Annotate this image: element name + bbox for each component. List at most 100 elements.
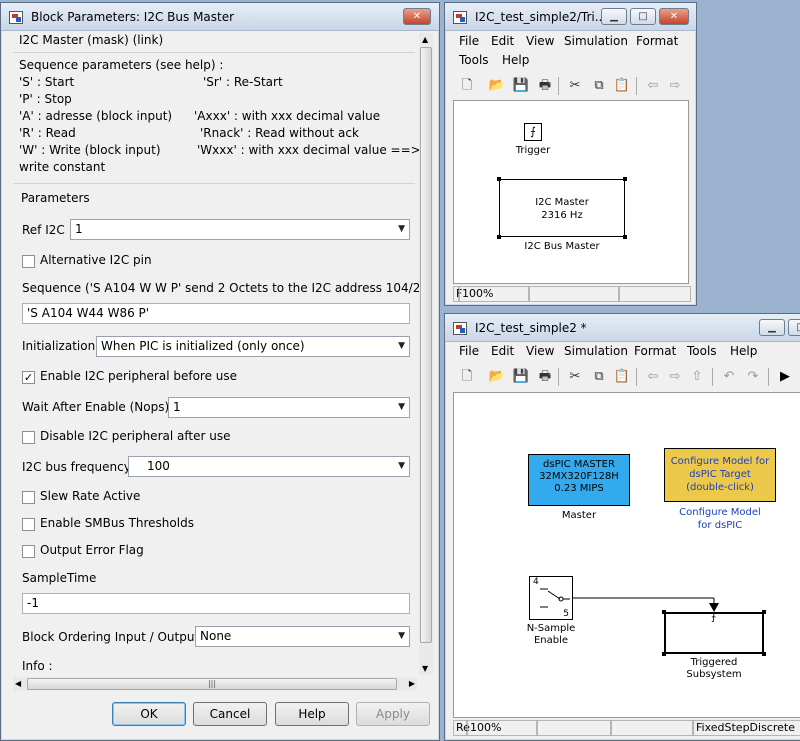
alternative-pin-checkbox[interactable] [22,255,35,268]
scroll-left-icon[interactable]: ◀ [15,679,21,688]
trigger-port-block[interactable]: ⨍ [524,123,542,141]
parameters-divider [13,183,415,184]
menu-help[interactable]: Help [730,344,757,358]
enable-before-use-label: Enable I2C peripheral before use [40,369,238,383]
menu-simulation[interactable]: Simulation [564,34,628,48]
alternative-pin-label: Alternative I2C pin [40,253,152,267]
back-arrow-icon[interactable]: ⇦ [644,77,662,95]
nsample-enable-block[interactable]: 4 5 [529,576,573,620]
menu-view[interactable]: View [526,344,554,358]
dspic-master-block[interactable]: dsPIC MASTER 32MX320F128H 0.23 MIPS [528,454,630,506]
sequence-input[interactable]: 'S A104 W44 W86 P' [22,303,410,324]
save-icon[interactable]: 💾 [512,77,530,95]
cut-icon[interactable]: ✂ [566,368,584,386]
forward-arrow-icon[interactable]: ⇨ [666,368,684,386]
vertical-scrollbar[interactable]: ▲ ▼ [419,33,433,675]
toolbar-separator [636,77,637,95]
redo-icon[interactable]: ↷ [744,368,762,386]
wait-after-enable-select[interactable]: 1 ▼ [168,397,410,418]
menu-tools[interactable]: Tools [687,344,717,358]
subsystem-canvas[interactable]: ⨍ Trigger I2C Master 2316 Hz I2C Bus Mas… [453,100,689,284]
triggered-subsystem-block[interactable]: ⨍ [664,612,764,654]
close-icon[interactable]: ✕ [403,8,431,25]
block-parameters-dialog: Block Parameters: I2C Bus Master ✕ I2C M… [0,2,440,741]
cut-icon[interactable]: ✂ [566,77,584,95]
maximize-icon[interactable]: □ [630,8,656,25]
scroll-down-icon[interactable]: ▼ [422,664,428,673]
chevron-down-icon: ▼ [398,461,405,471]
menu-edit[interactable]: Edit [491,34,514,48]
open-folder-icon[interactable]: 📂 [488,77,506,95]
model-titlebar[interactable]: I2C_test_simple2 * ▁ □ [445,314,800,342]
slew-rate-checkbox[interactable] [22,491,35,504]
new-file-icon[interactable]: 🗋 [458,77,476,95]
save-icon[interactable]: 💾 [512,368,530,386]
paste-icon[interactable]: 📋 [613,77,631,95]
copy-icon[interactable]: ⧉ [590,77,608,95]
bus-frequency-select[interactable]: 100 ▼ [128,456,410,477]
chevron-down-icon: ▼ [398,402,405,412]
i2c-bus-master-block[interactable]: I2C Master 2316 Hz [499,179,625,237]
header-divider [13,52,415,53]
apply-button[interactable]: Apply [356,702,430,726]
toolbar-separator [636,368,637,386]
copy-icon[interactable]: ⧉ [590,368,608,386]
trigger-icon: ⨍ [711,612,717,623]
dialog-titlebar[interactable]: Block Parameters: I2C Bus Master ✕ [1,3,439,31]
menu-format[interactable]: Format [634,344,676,358]
horizontal-scrollbar[interactable]: ◀ ||| ▶ [13,677,417,691]
ref-i2c-label: Ref I2C [22,223,65,237]
menu-help[interactable]: Help [502,53,529,67]
subsystem-toolbar: 🗋 📂 💾 🖶 ✂ ⧉ 📋 ⇦ ⇨ [446,73,695,99]
print-icon[interactable]: 🖶 [536,77,554,95]
menu-tools[interactable]: Tools [459,53,489,67]
scroll-right-icon[interactable]: ▶ [409,679,415,688]
ok-button[interactable]: OK [112,702,186,726]
vertical-scroll-thumb[interactable] [420,47,432,643]
configure-model-block[interactable]: Configure Model for dsPIC Target (double… [664,448,776,502]
enable-before-use-checkbox[interactable]: ✓ [22,371,35,384]
menu-file[interactable]: File [459,34,479,48]
menu-view[interactable]: View [526,34,554,48]
subsystem-titlebar[interactable]: I2C_test_simple2/Tri... ▁ □ ✕ [445,3,696,31]
simulink-block-icon [9,11,23,24]
run-simulation-icon[interactable]: ▶ [776,368,794,386]
menu-format[interactable]: Format [636,34,678,48]
up-arrow-icon[interactable]: ⇧ [688,368,706,386]
menu-file[interactable]: File [459,344,479,358]
selection-handle [662,652,666,656]
paste-icon[interactable]: 📋 [613,368,631,386]
ref-i2c-select[interactable]: 1 ▼ [70,219,410,240]
model-canvas[interactable]: dsPIC MASTER 32MX320F128H 0.23 MIPS Mast… [453,392,800,718]
open-folder-icon[interactable]: 📂 [488,368,506,386]
new-file-icon[interactable]: 🗋 [458,368,476,386]
close-icon[interactable]: ✕ [659,8,689,25]
menu-simulation[interactable]: Simulation [564,344,628,358]
undo-icon[interactable]: ↶ [720,368,738,386]
initialization-select[interactable]: When PIC is initialized (only once) ▼ [96,336,410,357]
horizontal-scroll-thumb[interactable]: ||| [27,678,397,690]
toolbar-separator [712,368,713,386]
scroll-up-icon[interactable]: ▲ [422,35,428,44]
selection-handle [497,235,501,239]
output-error-checkbox[interactable] [22,545,35,558]
minimize-icon[interactable]: ▁ [601,8,627,25]
minimize-icon[interactable]: ▁ [759,319,785,336]
cancel-button[interactable]: Cancel [193,702,267,726]
forward-arrow-icon[interactable]: ⇨ [666,77,684,95]
back-arrow-icon[interactable]: ⇦ [644,368,662,386]
sample-time-label: SampleTime [22,571,97,585]
dialog-title: Block Parameters: I2C Bus Master [31,10,235,24]
print-icon[interactable]: 🖶 [536,368,554,386]
master-label: Master [561,510,597,521]
model-window: I2C_test_simple2 * ▁ □ File Edit View Si… [444,313,800,741]
status-cell [537,720,611,736]
block-ordering-select[interactable]: None ▼ [195,626,410,647]
disable-after-use-checkbox[interactable] [22,431,35,444]
sample-time-input[interactable]: -1 [22,593,410,614]
maximize-icon[interactable]: □ [788,319,800,336]
help-button[interactable]: Help [275,702,349,726]
menu-edit[interactable]: Edit [491,344,514,358]
switch-icon [540,588,570,608]
smbus-checkbox[interactable] [22,518,35,531]
